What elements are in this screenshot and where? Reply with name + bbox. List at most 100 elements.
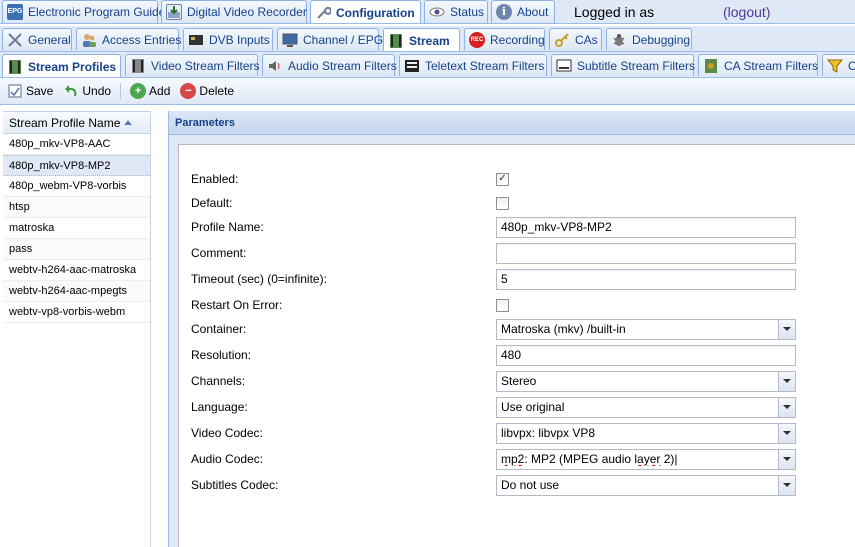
tab-status[interactable]: Status <box>424 0 488 23</box>
delete-icon: − <box>180 83 197 99</box>
teletext-icon <box>404 58 420 74</box>
field-video-codec: Video Codec: libvpx: libvpx VP8 <box>191 422 855 444</box>
tab-audio-stream-filters[interactable]: Audio Stream Filters <box>262 54 397 76</box>
stream-profile-grid: Stream Profile Name 480p_mkv-VP8-AAC 480… <box>3 111 151 547</box>
eye-icon <box>429 4 445 20</box>
parameters-form: Enabled: ✓ Default: Profile Name: 480p_m… <box>178 144 855 547</box>
comment-input[interactable] <box>496 242 796 264</box>
tab-access-entries[interactable]: Access Entries <box>76 28 181 50</box>
logged-in-label: Logged in as <box>574 4 655 20</box>
field-timeout: Timeout (sec) (0=infinite): 5 <box>191 268 855 290</box>
funnel-icon <box>826 58 844 74</box>
tab-channel-epg[interactable]: Channel / EPG <box>277 28 383 50</box>
users-icon <box>81 32 97 48</box>
rec-icon: REC <box>469 31 485 48</box>
table-row[interactable]: webtv-vp8-vorbis-webm <box>3 302 150 323</box>
chevron-down-icon[interactable] <box>778 449 795 469</box>
tab-configuration[interactable]: Configuration <box>310 0 421 23</box>
profile-name-input[interactable]: 480p_mkv-VP8-MP2 <box>496 216 796 238</box>
table-row[interactable]: pass <box>3 239 150 260</box>
wrench-icon <box>315 5 332 21</box>
tab-video-stream-filters[interactable]: Video Stream Filters <box>125 54 260 76</box>
resolution-input[interactable]: 480 <box>496 344 796 366</box>
table-row[interactable]: webtv-h264-aac-matroska <box>3 260 150 281</box>
tools-icon <box>7 32 23 48</box>
video-codec-select[interactable]: libvpx: libvpx VP8 <box>496 422 796 444</box>
restart-on-error-checkbox[interactable] <box>496 298 509 312</box>
table-row[interactable]: 480p_mkv-VP8-AAC <box>3 134 150 155</box>
sort-ascending-icon <box>124 120 133 125</box>
table-row[interactable]: 480p_webm-VP8-vorbis <box>3 176 150 197</box>
tab-ca-stream-filters[interactable]: CA Stream Filters <box>698 54 818 76</box>
key-icon <box>554 32 570 48</box>
toolbar: Save Undo + Add − Delete <box>0 78 855 105</box>
tab-general[interactable]: General <box>2 28 72 50</box>
ca-icon <box>703 58 719 74</box>
chevron-down-icon[interactable] <box>778 423 795 443</box>
field-profile-name: Profile Name: 480p_mkv-VP8-MP2 <box>191 216 855 238</box>
timeout-input[interactable]: 5 <box>496 268 796 290</box>
tab-more-filters[interactable]: O <box>822 54 855 76</box>
tab-teletext-stream-filters[interactable]: Teletext Stream Filters <box>399 54 547 76</box>
table-row-selected[interactable]: 480p_mkv-VP8-MP2 <box>3 155 150 176</box>
chevron-down-icon[interactable] <box>778 397 795 417</box>
field-enabled: Enabled: ✓ <box>191 168 855 190</box>
tab-dvr[interactable]: Digital Video Recorder <box>161 0 307 23</box>
tab-subtitle-stream-filters[interactable]: Subtitle Stream Filters <box>551 54 695 76</box>
dvr-icon <box>166 4 182 20</box>
field-restart-on-error: Restart On Error: <box>191 294 855 316</box>
enabled-checkbox[interactable]: ✓ <box>496 172 509 186</box>
table-row[interactable]: htsp <box>3 197 150 218</box>
tab-stream[interactable]: Stream <box>383 28 460 51</box>
epg-icon: EPG <box>7 4 23 20</box>
field-default: Default: <box>191 192 855 214</box>
tab-epg[interactable]: EPG Electronic Program Guide <box>2 0 165 23</box>
stream-tab-bar: Stream Profiles Video Stream Filters Aud… <box>0 52 855 78</box>
logout-link[interactable]: (logout) <box>723 4 770 20</box>
tab-debugging[interactable]: Debugging <box>606 28 692 50</box>
field-audio-codec: Audio Codec: mp2: MP2 (MPEG audio layer … <box>191 448 855 470</box>
video-icon <box>130 58 146 74</box>
chevron-down-icon[interactable] <box>778 475 795 495</box>
chevron-down-icon[interactable] <box>778 371 795 391</box>
chevron-down-icon[interactable] <box>778 319 795 339</box>
add-icon: + <box>130 83 147 99</box>
audio-codec-select[interactable]: mp2: MP2 (MPEG audio layer 2)| <box>496 448 796 470</box>
undo-icon <box>63 83 79 99</box>
undo-button[interactable]: Undo <box>59 81 115 101</box>
card-icon <box>188 32 204 48</box>
field-comment: Comment: <box>191 242 855 264</box>
parameters-panel: Parameters Enabled: ✓ Default: Profile N… <box>168 111 855 547</box>
field-channels: Channels: Stereo <box>191 370 855 392</box>
add-button[interactable]: + Add <box>126 81 174 101</box>
speaker-icon <box>267 58 283 74</box>
container-select[interactable]: Matroska (mkv) /built-in <box>496 318 796 340</box>
info-icon: i <box>496 4 512 20</box>
tab-dvb-inputs[interactable]: DVB Inputs <box>183 28 273 50</box>
config-tab-bar: General Access Entries DVB Inputs Channe… <box>0 26 855 52</box>
field-language: Language: Use original <box>191 396 855 418</box>
tab-cas[interactable]: CAs <box>549 28 602 50</box>
grid-column-header[interactable]: Stream Profile Name <box>3 111 150 134</box>
field-resolution: Resolution: 480 <box>191 344 855 366</box>
field-subtitles-codec: Subtitles Codec: Do not use <box>191 474 855 496</box>
film-icon <box>7 59 23 75</box>
tab-about[interactable]: i About <box>491 0 555 23</box>
tab-recording[interactable]: REC Recording <box>464 28 545 50</box>
delete-button[interactable]: − Delete <box>176 81 238 101</box>
channels-select[interactable]: Stereo <box>496 370 796 392</box>
table-row[interactable]: matroska <box>3 218 150 239</box>
save-icon <box>7 83 23 99</box>
panel-title: Parameters <box>169 111 855 135</box>
table-row[interactable]: webtv-h264-aac-mpegts <box>3 281 150 302</box>
language-select[interactable]: Use original <box>496 396 796 418</box>
bug-icon <box>611 32 627 48</box>
save-button[interactable]: Save <box>3 81 57 101</box>
tab-stream-profiles[interactable]: Stream Profiles <box>2 54 121 77</box>
toolbar-separator <box>120 83 122 99</box>
main-tab-bar: EPG Electronic Program Guide Digital Vid… <box>0 0 855 24</box>
stream-icon <box>388 33 404 49</box>
subtitles-codec-select[interactable]: Do not use <box>496 474 796 496</box>
tv-icon <box>282 32 298 48</box>
default-checkbox[interactable] <box>496 196 509 210</box>
